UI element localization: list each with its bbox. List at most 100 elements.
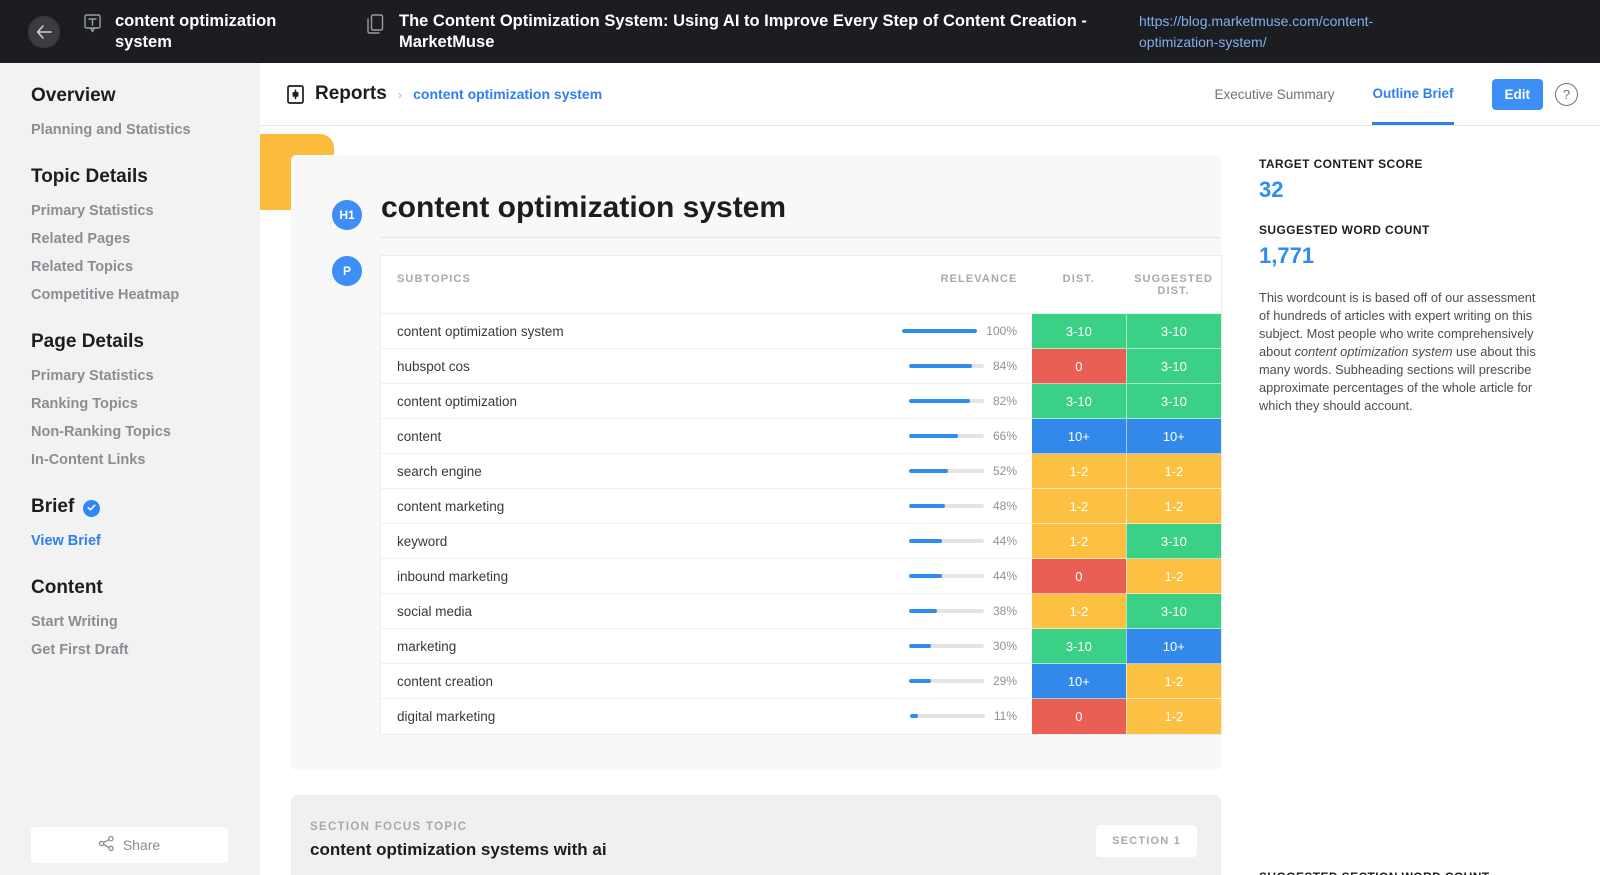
cell-dist: 3-10 xyxy=(1031,383,1127,419)
right-panel: TARGET CONTENT SCORE 32 SUGGESTED WORD C… xyxy=(1240,127,1600,875)
share-button[interactable]: Share xyxy=(31,827,228,863)
table-row[interactable]: social media 38% 1-2 3-10 xyxy=(381,593,1221,629)
breadcrumb: Reports › content optimization system xyxy=(287,83,602,105)
h1-row: H1 content optimization system xyxy=(291,155,1221,238)
relevance-percent: 30% xyxy=(992,638,1017,653)
section-focus-title[interactable]: content optimization systems with ai xyxy=(310,840,1197,860)
p-badge: P xyxy=(332,256,362,286)
table-row[interactable]: keyword 44% 1-2 3-10 xyxy=(381,523,1221,559)
cell-dist: 0 xyxy=(1031,348,1127,384)
sidebar-item-in-content-links[interactable]: In-Content Links xyxy=(0,446,260,474)
sidebar-item-ranking-topics[interactable]: Ranking Topics xyxy=(0,390,260,418)
sidebar-group-title: Topic Details xyxy=(31,166,148,187)
cell-relevance: 100% xyxy=(797,313,1032,349)
relevance-percent: 52% xyxy=(992,463,1017,478)
sidebar-item-get-first-draft[interactable]: Get First Draft xyxy=(0,636,260,664)
sidebar-group-topic-details: Topic Details xyxy=(0,166,260,188)
cell-suggested-dist: 10+ xyxy=(1125,418,1221,454)
sidebar-item-competitive-heatmap[interactable]: Competitive Heatmap xyxy=(0,281,260,309)
cell-dist: 0 xyxy=(1031,558,1127,594)
cell-dist: 1-2 xyxy=(1031,488,1127,524)
cell-subtopic: search engine xyxy=(381,453,798,489)
relevance-bar xyxy=(908,608,984,613)
cell-relevance: 11% xyxy=(798,699,1032,734)
table-row[interactable]: hubspot cos 84% 0 3-10 xyxy=(381,348,1221,384)
tab-executive-summary[interactable]: Executive Summary xyxy=(1214,65,1334,123)
cell-relevance: 38% xyxy=(797,593,1032,629)
cell-relevance: 52% xyxy=(797,453,1032,489)
cell-suggested-dist: 3-10 xyxy=(1125,313,1221,349)
relevance-bar xyxy=(902,328,978,333)
cell-dist: 10+ xyxy=(1031,418,1127,454)
relevance-percent: 48% xyxy=(992,498,1017,513)
page-title: The Content Optimization System: Using A… xyxy=(399,11,1087,51)
table-row[interactable]: digital marketing 11% 0 1-2 xyxy=(381,698,1221,734)
cell-relevance: 29% xyxy=(797,663,1032,699)
topic-info: content optimization system xyxy=(84,11,305,53)
relevance-percent: 82% xyxy=(992,393,1017,408)
cell-subtopic: content creation xyxy=(381,663,798,699)
sidebar-item-primary-statistics-page[interactable]: Primary Statistics xyxy=(0,362,260,390)
table-row[interactable]: inbound marketing 44% 0 1-2 xyxy=(381,558,1221,594)
table-row[interactable]: content optimization system 100% 3-10 3-10 xyxy=(381,313,1221,349)
tab-outline-brief[interactable]: Outline Brief xyxy=(1372,64,1454,125)
check-badge-icon xyxy=(83,499,101,517)
table-row[interactable]: content optimization 82% 3-10 3-10 xyxy=(381,383,1221,419)
cell-suggested-dist: 3-10 xyxy=(1125,383,1221,419)
description-emphasis: content optimization system xyxy=(1294,344,1453,359)
table-row[interactable]: content marketing 48% 1-2 1-2 xyxy=(381,488,1221,524)
sidebar: Overview Planning and Statistics Topic D… xyxy=(0,63,260,875)
breadcrumb-current[interactable]: content optimization system xyxy=(413,86,602,102)
edit-button[interactable]: Edit xyxy=(1491,78,1543,110)
table-row[interactable]: marketing 30% 3-10 10+ xyxy=(381,628,1221,664)
cell-subtopic: content optimization system xyxy=(381,313,798,349)
cell-suggested-dist: 1-2 xyxy=(1125,698,1221,734)
suggested-word-count-value: 1,771 xyxy=(1259,243,1315,268)
table-row[interactable]: content 66% 10+ 10+ xyxy=(381,418,1221,454)
relevance-percent: 66% xyxy=(992,428,1017,443)
relevance-bar xyxy=(908,468,984,473)
table-row[interactable]: content creation 29% 10+ 1-2 xyxy=(381,663,1221,699)
sidebar-group-title: Brief xyxy=(31,496,75,517)
subtopics-table-wrapper: SUBTOPICS RELEVANCE DIST. SUGGESTED DIST… xyxy=(381,256,1221,734)
cell-suggested-dist: 1-2 xyxy=(1125,488,1221,524)
reports-label[interactable]: Reports xyxy=(315,83,387,105)
sidebar-item-related-topics[interactable]: Related Topics xyxy=(0,253,260,281)
back-button[interactable] xyxy=(28,15,60,48)
relevance-bar xyxy=(908,363,984,368)
cell-relevance: 66% xyxy=(797,418,1032,454)
cell-relevance: 48% xyxy=(797,488,1032,524)
sidebar-item-planning-and-statistics[interactable]: Planning and Statistics xyxy=(0,116,260,144)
suggested-word-count-label: SUGGESTED WORD COUNT xyxy=(1259,223,1430,237)
sidebar-item-non-ranking-topics[interactable]: Non-Ranking Topics xyxy=(0,418,260,446)
target-content-score-label: TARGET CONTENT SCORE xyxy=(1259,157,1423,171)
col-dist: DIST. xyxy=(1031,256,1127,314)
cell-subtopic: content xyxy=(381,418,798,454)
p-row: P SUBTOPICS RELEVANCE DIST. SUGGESTED DI… xyxy=(291,238,1221,734)
sidebar-item-start-writing[interactable]: Start Writing xyxy=(0,608,260,636)
sidebar-item-related-pages[interactable]: Related Pages xyxy=(0,225,260,253)
col-subtopics: SUBTOPICS xyxy=(381,256,798,314)
cell-relevance: 84% xyxy=(797,348,1032,384)
cell-subtopic: keyword xyxy=(381,523,798,559)
cell-suggested-dist: 3-10 xyxy=(1125,523,1221,559)
brief-card: H1 content optimization system P SUBTOPI… xyxy=(291,155,1221,770)
table-row[interactable]: search engine 52% 1-2 1-2 xyxy=(381,453,1221,489)
page-info: The Content Optimization System: Using A… xyxy=(367,11,1099,53)
sidebar-item-primary-statistics-topic[interactable]: Primary Statistics xyxy=(0,197,260,225)
subtopics-table: SUBTOPICS RELEVANCE DIST. SUGGESTED DIST… xyxy=(381,256,1221,734)
cell-relevance: 44% xyxy=(797,558,1032,594)
h1-badge: H1 xyxy=(332,199,362,230)
cell-subtopic: hubspot cos xyxy=(381,348,798,384)
cell-subtopic: social media xyxy=(381,593,798,629)
page-url-link[interactable]: https://blog.marketmuse.com/content-opti… xyxy=(1139,11,1439,53)
help-icon[interactable]: ? xyxy=(1555,82,1578,106)
cell-dist: 0 xyxy=(1031,698,1127,734)
col-relevance: RELEVANCE xyxy=(797,256,1032,314)
cell-relevance: 44% xyxy=(797,523,1032,559)
h1-title[interactable]: content optimization system xyxy=(381,191,1221,238)
content-header: Reports › content optimization system Ex… xyxy=(260,63,1600,126)
table-header-row: SUBTOPICS RELEVANCE DIST. SUGGESTED DIST… xyxy=(381,256,1221,314)
sidebar-item-view-brief[interactable]: View Brief xyxy=(0,527,260,555)
relevance-bar xyxy=(908,678,984,683)
